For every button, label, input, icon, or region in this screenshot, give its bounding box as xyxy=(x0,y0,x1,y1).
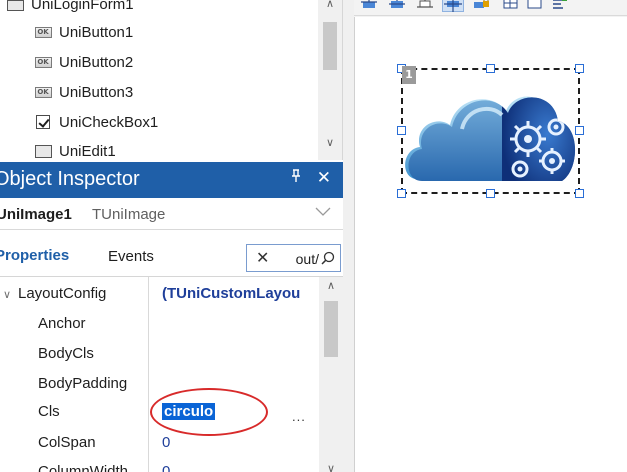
tree-item-label: UniCheckBox1 xyxy=(59,113,159,131)
tree-item-uniedit1[interactable]: UniEdit1 xyxy=(34,139,116,160)
property-row-columnwidth[interactable]: ColumnWidth 0 xyxy=(0,457,320,472)
tree-item-label: UniButton1 xyxy=(59,23,134,41)
tree-item-label: UniLoginForm1 xyxy=(31,0,134,13)
property-row-bodycls[interactable]: BodyCls xyxy=(0,339,320,369)
property-row-bodypadding[interactable]: BodyPadding xyxy=(0,369,320,399)
center-icon[interactable] xyxy=(442,0,464,12)
tree-item-unibutton2[interactable]: OK UniButton2 xyxy=(34,50,133,74)
tree-item-unicheckbox1[interactable]: UniCheckBox1 xyxy=(34,110,158,134)
close-icon[interactable]: ✕ xyxy=(317,168,331,188)
property-search-input[interactable]: ✕ /out xyxy=(246,244,341,272)
scroll-down-icon[interactable]: ∨ xyxy=(318,134,342,152)
align-middle-icon[interactable] xyxy=(388,0,406,12)
tree-item-uniloginform1[interactable]: UniLoginForm1 xyxy=(6,0,134,16)
resize-handle-top[interactable] xyxy=(486,64,495,73)
property-name: Cls xyxy=(38,403,60,420)
tab-events[interactable]: Events xyxy=(108,248,154,265)
property-name: ColSpan xyxy=(38,434,96,451)
expand-chevron-icon[interactable]: ∨ xyxy=(3,288,11,301)
tab-properties[interactable]: Properties xyxy=(0,247,69,264)
button-icon: OK xyxy=(34,85,52,99)
scroll-up-icon[interactable]: ∧ xyxy=(319,279,343,292)
resize-handle-right[interactable] xyxy=(575,126,584,135)
button-icon: OK xyxy=(34,25,52,39)
button-icon: OK xyxy=(34,55,52,69)
align-top-icon[interactable] xyxy=(360,0,378,12)
tree-item-unibutton1[interactable]: OK UniButton1 xyxy=(34,20,133,44)
tree-item-unibutton3[interactable]: OK UniButton3 xyxy=(34,80,133,104)
inspector-tabs: Properties Events ✕ /out xyxy=(0,240,343,274)
form-icon xyxy=(6,0,24,11)
resize-handle-top-right[interactable] xyxy=(575,64,584,73)
object-inspector-header: Object Inspector ✕ xyxy=(0,162,343,198)
search-input-value: /out xyxy=(295,251,319,267)
window-icon[interactable] xyxy=(526,0,544,12)
property-row-layoutconfig[interactable]: ∨ LayoutConfig (TUniCustomLayou xyxy=(0,279,320,309)
resize-handle-left[interactable] xyxy=(397,126,406,135)
pin-icon[interactable] xyxy=(290,169,302,186)
property-value: (TUniCustomLayou xyxy=(162,285,301,302)
property-value[interactable]: 0 xyxy=(162,434,170,451)
tree-item-label: UniEdit1 xyxy=(59,142,116,160)
property-grid: ∨ LayoutConfig (TUniCustomLayou Anchor B… xyxy=(0,276,343,472)
component-selector[interactable]: UniImage1 TUniImage xyxy=(0,200,343,230)
component-name: UniImage1 xyxy=(0,206,72,223)
scroll-thumb[interactable] xyxy=(323,22,337,70)
tree-item-label: UniButton2 xyxy=(59,53,134,71)
property-grid-scrollbar[interactable]: ∧ ∨ xyxy=(319,277,343,472)
tab-order-tag: 1 xyxy=(402,66,416,84)
clear-search-icon[interactable]: ✕ xyxy=(256,248,269,268)
grid-icon[interactable] xyxy=(502,0,520,12)
ellipsis-button[interactable]: ... xyxy=(292,409,306,424)
property-name: Anchor xyxy=(38,315,86,332)
edit-icon xyxy=(34,144,52,158)
alignment-toolbar xyxy=(354,0,627,16)
selection-frame xyxy=(401,68,580,194)
scroll-up-icon[interactable]: ∧ xyxy=(318,0,342,13)
scroll-thumb[interactable] xyxy=(324,301,338,357)
search-icon xyxy=(321,251,335,265)
property-name: BodyPadding xyxy=(38,375,128,392)
align-bottom-icon[interactable] xyxy=(416,0,434,12)
component-type: TUniImage xyxy=(92,206,166,223)
resize-handle-bottom-right[interactable] xyxy=(575,189,584,198)
property-row-colspan[interactable]: ColSpan 0 xyxy=(0,428,320,458)
tree-item-label: UniButton3 xyxy=(59,83,134,101)
annotation-circle xyxy=(150,388,268,436)
tab-order-icon[interactable] xyxy=(550,0,568,12)
property-name: ColumnWidth xyxy=(38,463,129,472)
pane-splitter[interactable] xyxy=(343,0,354,472)
resize-handle-bottom-left[interactable] xyxy=(397,189,406,198)
property-name: LayoutConfig xyxy=(18,285,107,302)
resize-handle-bottom[interactable] xyxy=(486,189,495,198)
tree-scrollbar[interactable]: ∧ ∨ xyxy=(318,0,342,160)
lock-icon[interactable] xyxy=(472,0,490,12)
property-value[interactable]: 0 xyxy=(162,463,170,472)
structure-tree: UniLoginForm1 OK UniButton1 OK UniButton… xyxy=(0,0,343,160)
scroll-down-icon[interactable]: ∨ xyxy=(319,462,343,472)
chevron-down-icon[interactable] xyxy=(315,205,331,220)
checkbox-icon xyxy=(34,115,52,129)
property-name: BodyCls xyxy=(38,345,94,362)
object-inspector-title: Object Inspector xyxy=(0,168,140,190)
property-row-anchor[interactable]: Anchor xyxy=(0,309,320,339)
